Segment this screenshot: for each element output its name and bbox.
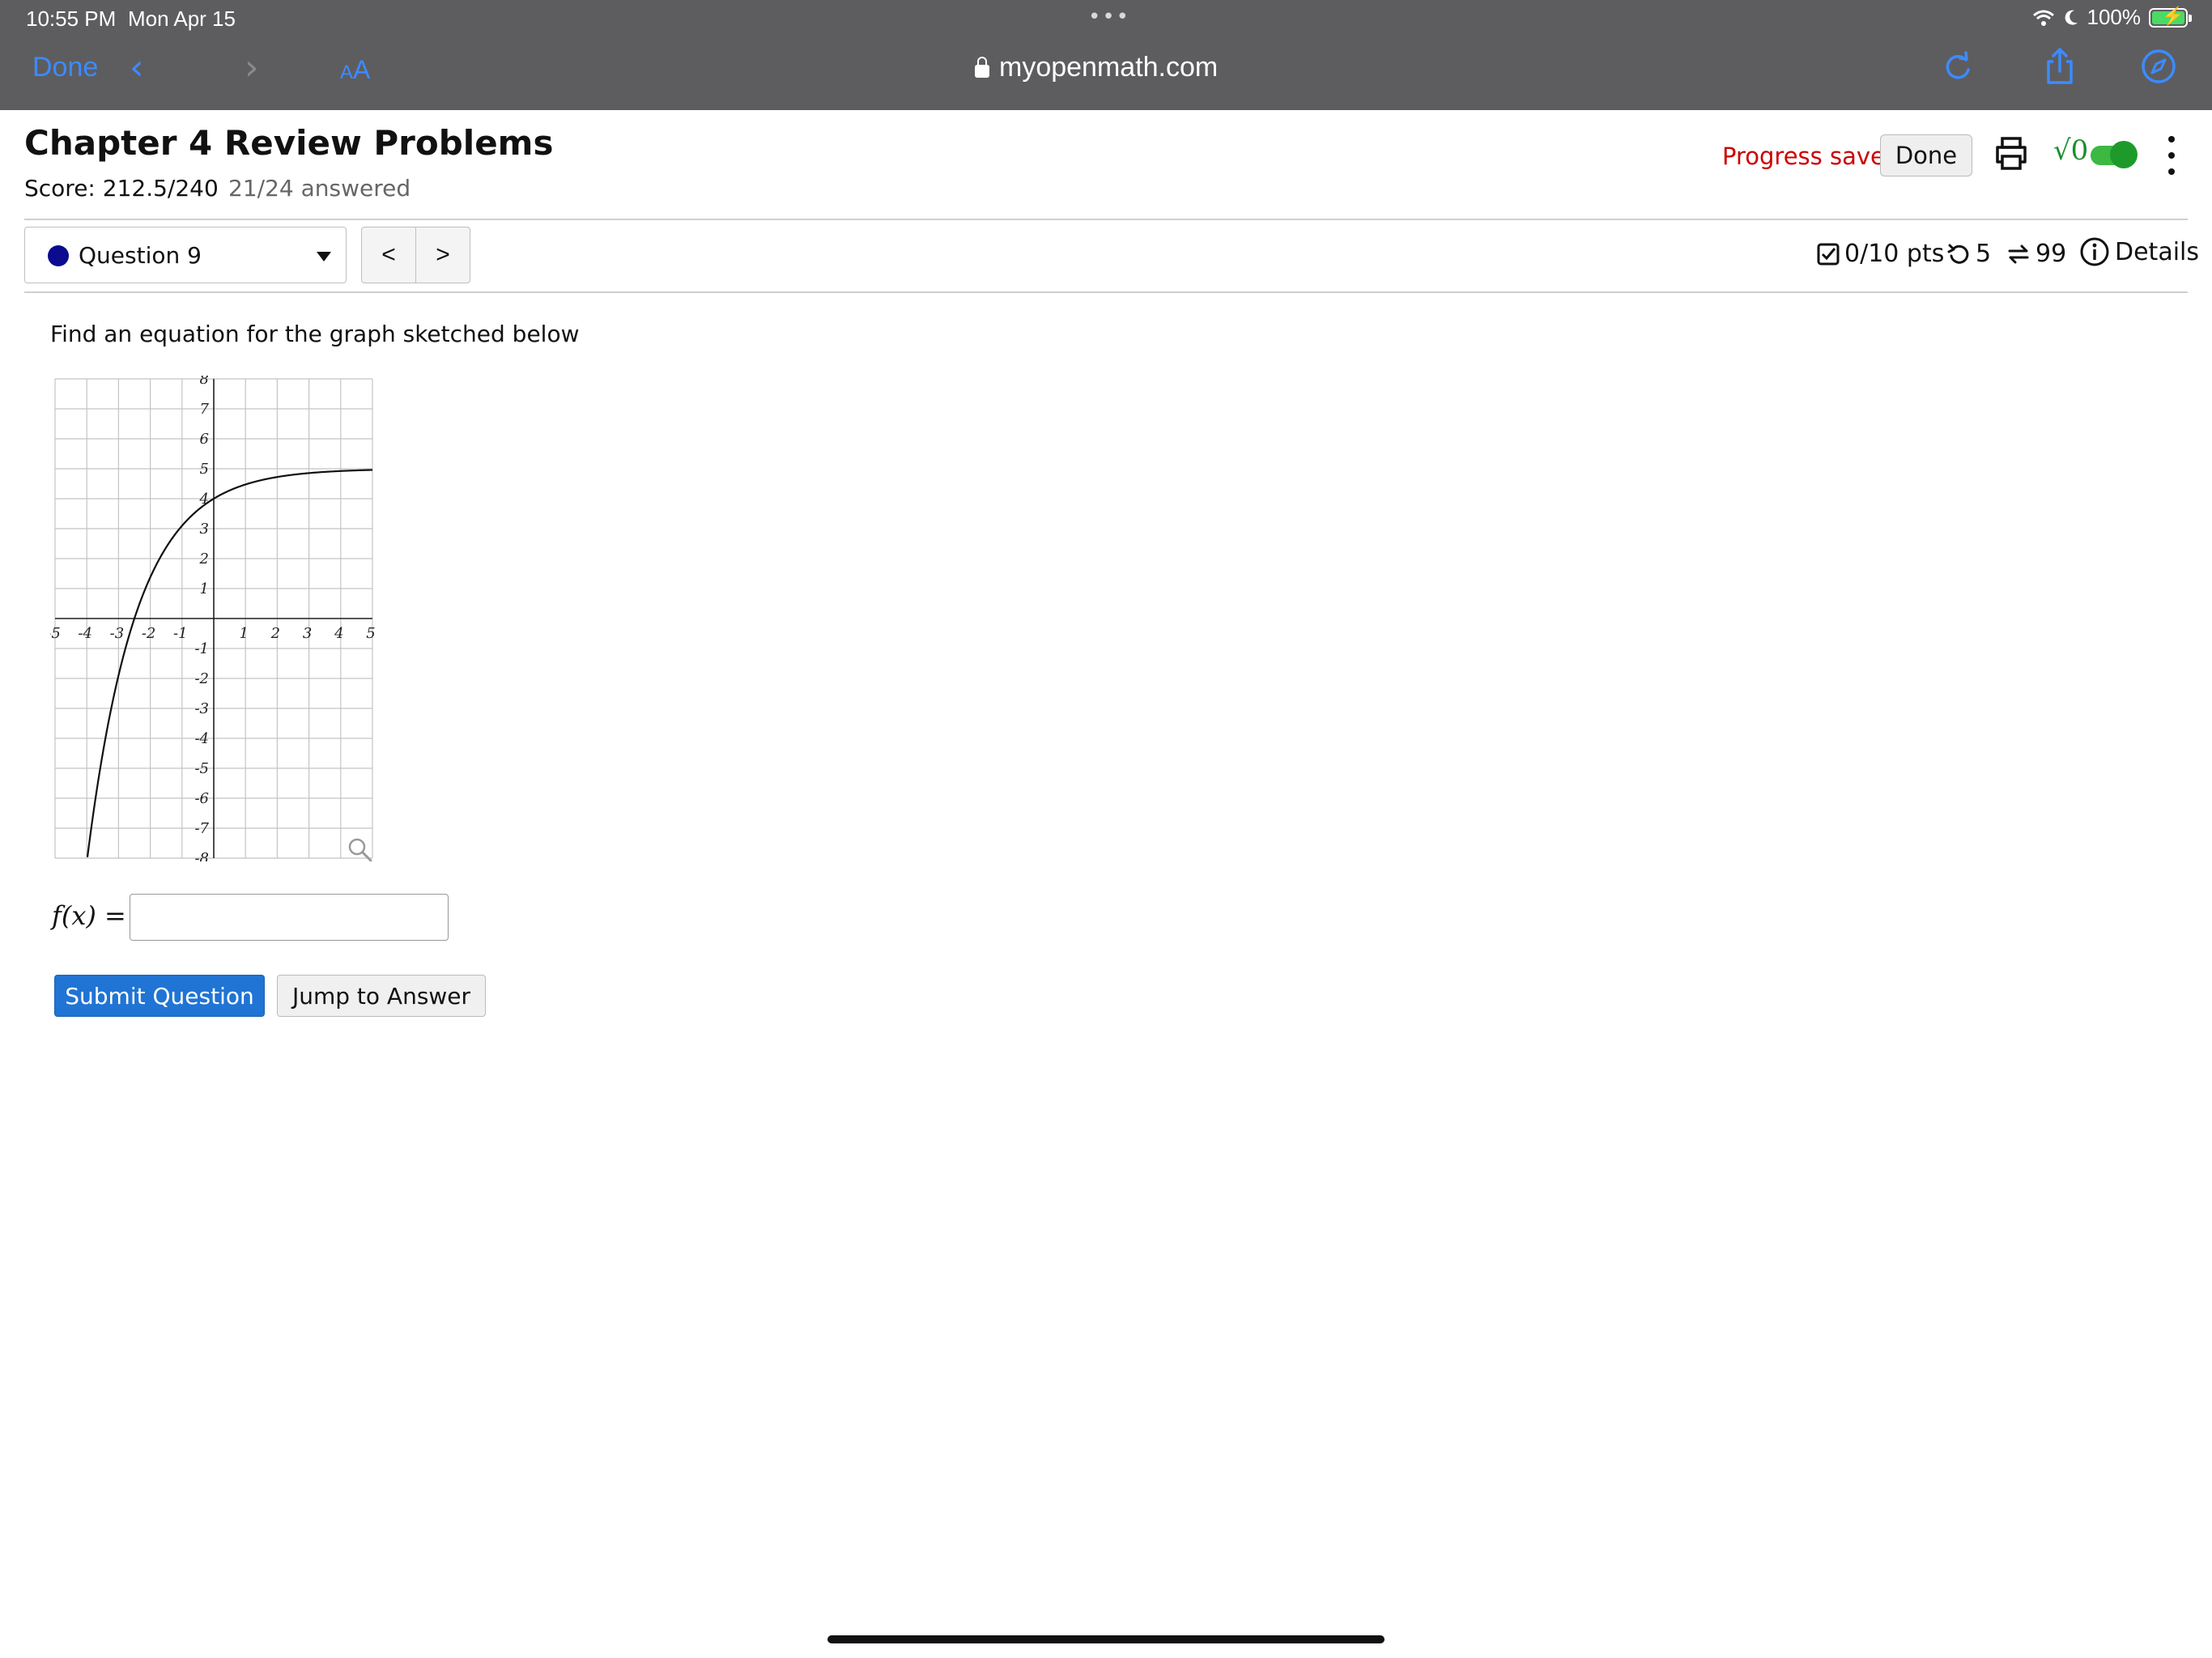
y-tick-label: 8 bbox=[200, 376, 209, 388]
jump-to-answer-button[interactable]: Jump to Answer bbox=[277, 975, 486, 1017]
retry-icon bbox=[1947, 244, 1969, 264]
assessment-done-button[interactable]: Done bbox=[1880, 134, 1972, 176]
x-tick-label: 4 bbox=[334, 625, 343, 642]
x-tick-label: -2 bbox=[142, 625, 156, 642]
regenerate-icon bbox=[2008, 244, 2029, 263]
y-tick-label: -2 bbox=[194, 670, 209, 687]
x-tick-label: 5 bbox=[366, 625, 375, 642]
status-time: 10:55 PM bbox=[26, 6, 117, 31]
answer-label: f(x) = bbox=[52, 900, 126, 931]
points-indicator: 0/10 pts bbox=[1817, 240, 1944, 268]
share-icon[interactable] bbox=[2040, 47, 2079, 86]
question-selector[interactable]: Question 9 bbox=[24, 227, 347, 283]
graph-curve bbox=[86, 469, 373, 857]
compass-icon[interactable] bbox=[2139, 47, 2178, 86]
next-question-button[interactable]: > bbox=[415, 227, 470, 283]
points-text: 0/10 pts bbox=[1844, 240, 1945, 268]
home-indicator[interactable] bbox=[827, 1635, 1385, 1643]
y-tick-label: -5 bbox=[194, 760, 209, 777]
back-chevron-icon[interactable]: ‹ bbox=[130, 47, 144, 88]
submit-question-button[interactable]: Submit Question bbox=[54, 975, 265, 1017]
question-selector-label: Question 9 bbox=[79, 242, 202, 269]
browser-done-button[interactable]: Done bbox=[32, 52, 98, 83]
reload-icon[interactable] bbox=[1938, 47, 1977, 86]
x-tick-label: 1 bbox=[239, 625, 248, 642]
page-title: Chapter 4 Review Problems bbox=[24, 123, 554, 163]
header-divider bbox=[24, 219, 2188, 220]
question-bar-divider bbox=[24, 291, 2188, 293]
attempts-indicator: 5 bbox=[1946, 240, 1991, 268]
address-bar[interactable]: myopenmath.com bbox=[975, 52, 1218, 83]
y-tick-label: 6 bbox=[200, 431, 209, 448]
y-tick-label: 2 bbox=[199, 551, 209, 568]
y-tick-label: -4 bbox=[194, 730, 209, 747]
question-status-dot bbox=[48, 245, 69, 266]
x-tick-label: 2 bbox=[270, 625, 280, 642]
y-tick-label: 1 bbox=[200, 580, 209, 597]
status-date: Mon Apr 15 bbox=[128, 6, 236, 31]
url-text: myopenmath.com bbox=[999, 52, 1219, 83]
details-label: Details bbox=[2115, 237, 2200, 266]
browser-chrome: 10:55 PM Mon Apr 15 ••• 100% ⚡ Done ‹ › … bbox=[0, 0, 2212, 110]
regen-indicator: 99 bbox=[2006, 240, 2066, 268]
graph-axes bbox=[55, 379, 372, 858]
attempts-text: 5 bbox=[1976, 240, 1992, 268]
y-tick-label: -6 bbox=[194, 790, 209, 807]
x-tick-label: -1 bbox=[173, 625, 188, 642]
multitasking-dots-icon[interactable]: ••• bbox=[1088, 5, 1130, 29]
zoom-magnifier-icon[interactable] bbox=[348, 838, 372, 861]
math-entry-toggle-label: √0 bbox=[2053, 134, 2089, 167]
y-tick-label: -1 bbox=[194, 640, 209, 657]
answered-count: 21/24 answered bbox=[228, 175, 411, 202]
score-text: Score: 212.5/240 bbox=[24, 175, 219, 202]
lock-icon bbox=[975, 56, 989, 78]
forward-chevron-icon[interactable]: › bbox=[245, 47, 259, 88]
x-tick-label: -3 bbox=[110, 625, 125, 642]
math-entry-toggle[interactable] bbox=[2091, 141, 2138, 168]
question-prompt: Find an equation for the graph sketched … bbox=[50, 321, 580, 347]
print-icon[interactable] bbox=[1993, 134, 2029, 173]
x-tick-label: -4 bbox=[78, 625, 92, 642]
y-tick-label: 7 bbox=[200, 401, 210, 418]
progress-saved-status: Progress saved bbox=[1722, 142, 1900, 170]
battery-icon: ⚡ bbox=[2149, 6, 2192, 28]
previous-question-button[interactable]: < bbox=[361, 227, 416, 283]
y-tick-label: 3 bbox=[200, 521, 209, 538]
text-size-icon[interactable]: AA bbox=[340, 55, 370, 85]
status-indicators: 100% ⚡ bbox=[2032, 5, 2192, 30]
wifi-icon bbox=[2032, 10, 2054, 26]
more-options-icon[interactable] bbox=[2165, 136, 2178, 175]
x-tick-label: 3 bbox=[303, 625, 312, 642]
moon-icon bbox=[2065, 10, 2078, 25]
regen-text: 99 bbox=[2035, 240, 2067, 268]
info-icon bbox=[2080, 237, 2109, 266]
answer-input[interactable] bbox=[130, 894, 449, 941]
y-tick-label: 5 bbox=[200, 461, 209, 478]
y-tick-label: -7 bbox=[194, 820, 209, 837]
question-graph[interactable]: -5-4-3-2-11234587654321-1-2-3-4-5-6-7-8 bbox=[50, 376, 390, 861]
checkbox-icon bbox=[1817, 243, 1840, 265]
y-tick-label: -8 bbox=[194, 850, 209, 861]
battery-percent: 100% bbox=[2087, 5, 2142, 29]
details-button[interactable]: Details bbox=[2079, 236, 2199, 267]
caret-down-icon bbox=[317, 252, 331, 261]
y-tick-label: -3 bbox=[194, 700, 209, 717]
x-tick-label: -5 bbox=[50, 625, 61, 642]
